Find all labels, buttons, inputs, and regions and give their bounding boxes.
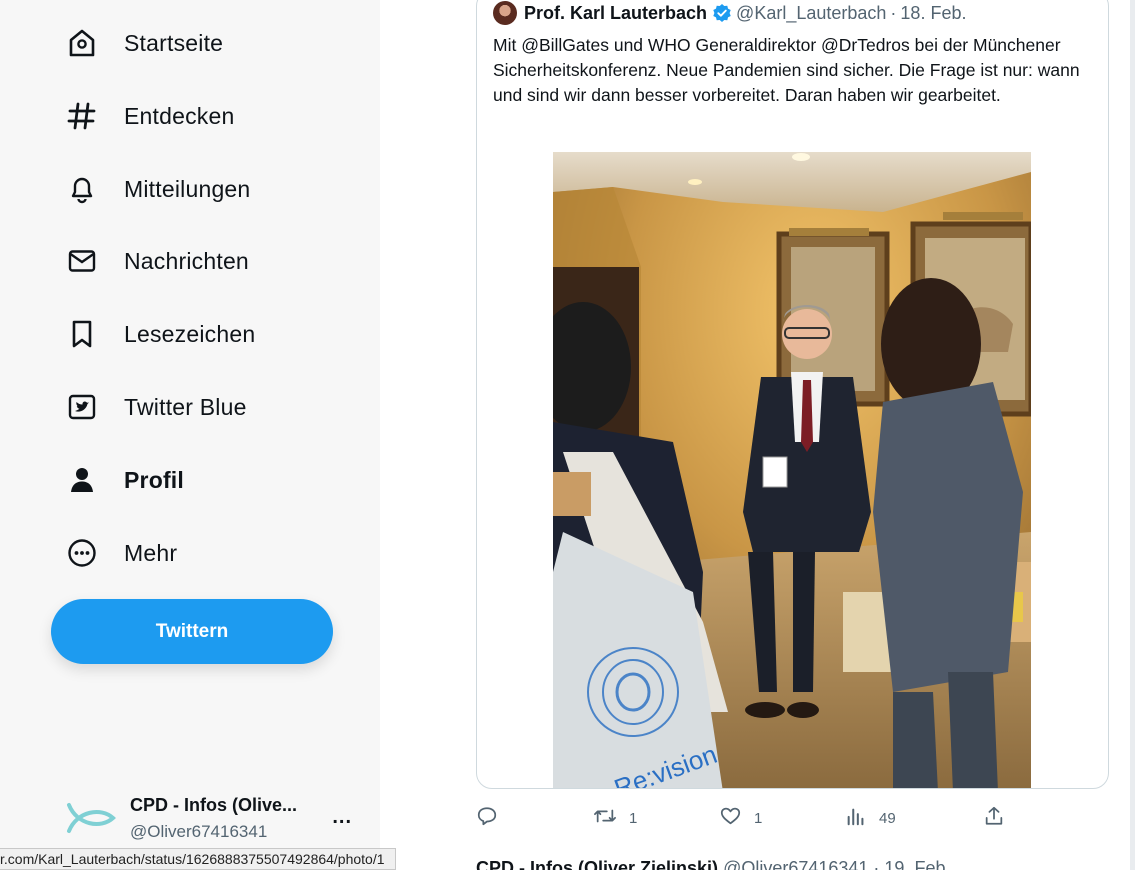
nav-item-twitter-blue[interactable]: Twitter Blue (64, 383, 247, 431)
nav-item-bookmarks[interactable]: Lesezeichen (64, 310, 255, 358)
browser-status-bar: r.com/Karl_Lauterbach/status/16268883755… (0, 848, 396, 870)
nav-label-more: Mehr (124, 539, 178, 566)
author-name[interactable]: Prof. Karl Lauterbach (524, 3, 707, 24)
share-icon (983, 805, 1005, 831)
timeline: Prof. Karl Lauterbach @Karl_Lauterbach ·… (380, 0, 1130, 870)
scrollbar-track[interactable] (1130, 0, 1135, 870)
twitter-blue-icon (64, 389, 100, 425)
tweet-photo[interactable]: Re:vision (553, 152, 1031, 788)
like-button[interactable]: 1 (719, 803, 762, 833)
photo-illustration: Re:vision (553, 152, 1031, 788)
nav-label-home: Startseite (124, 29, 224, 56)
nav-item-explore[interactable]: Entdecken (64, 92, 235, 140)
sidebar: Startseite Entdecken Mitteilungen Nachri… (0, 0, 380, 870)
nav-label-twitter-blue: Twitter Blue (124, 393, 247, 420)
nav-item-more[interactable]: Mehr (64, 529, 177, 577)
status-url: r.com/Karl_Lauterbach/status/16268883755… (0, 851, 385, 867)
meta-separator: · (890, 2, 897, 23)
person-icon (64, 462, 100, 498)
like-count: 1 (754, 809, 763, 827)
heart-icon (719, 805, 742, 831)
nav-item-home[interactable]: Startseite (64, 19, 223, 67)
nav-label-bookmarks: Lesezeichen (124, 320, 256, 347)
quoted-tweet[interactable]: Prof. Karl Lauterbach @Karl_Lauterbach ·… (476, 0, 1109, 789)
reply-button[interactable] (476, 803, 510, 833)
author-handle[interactable]: @Karl_Lauterbach (736, 3, 886, 24)
next-tweet-header[interactable]: CPD - Infos (Oliver Zielinski) @Oliver67… (476, 858, 950, 870)
fish-logo-avatar (62, 790, 120, 846)
account-more-icon[interactable]: ... (332, 806, 352, 829)
views-chart-icon (845, 805, 867, 831)
tweet-button[interactable]: Twittern (51, 599, 333, 664)
bell-icon (64, 171, 100, 207)
retweet-button[interactable]: 1 (593, 803, 637, 833)
nav-item-notifications[interactable]: Mitteilungen (64, 165, 250, 213)
nav-item-profile[interactable]: Profil (64, 456, 184, 504)
retweet-icon (593, 805, 617, 831)
next-tweet-name[interactable]: CPD - Infos (Oliver Zielinski) (476, 858, 718, 870)
hashtag-icon (64, 98, 100, 134)
account-name: CPD - Infos (Olive... (130, 794, 298, 815)
envelope-icon (64, 243, 100, 279)
views-button[interactable]: 49 (845, 803, 896, 833)
more-circle-icon (64, 535, 100, 571)
nav-label-notifications: Mitteilungen (124, 175, 251, 202)
tweet-date[interactable]: 18. Feb. (900, 3, 966, 24)
bookmark-icon (64, 316, 100, 352)
nav-label-messages: Nachrichten (124, 247, 249, 274)
reply-icon (476, 805, 498, 831)
share-button[interactable] (983, 803, 1017, 833)
author-avatar[interactable] (493, 1, 517, 25)
tweet-text: Mit @BillGates und WHO Generaldirektor @… (493, 35, 1080, 105)
nav-item-messages[interactable]: Nachrichten (64, 237, 249, 285)
home-icon (64, 25, 100, 61)
views-count: 49 (879, 809, 896, 827)
verified-badge-icon (712, 3, 732, 23)
retweet-count: 1 (629, 809, 638, 827)
account-handle: @Oliver67416341 (130, 821, 268, 841)
nav-label-profile: Profil (124, 466, 184, 493)
account-switcher[interactable]: CPD - Infos (Olive... @Oliver67416341 ..… (62, 790, 362, 846)
tweet-actions: 1 1 49 (476, 803, 1016, 833)
next-tweet-handle-date[interactable]: @Oliver67416341 · 19. Feb. (723, 858, 950, 870)
nav-label-explore: Entdecken (124, 102, 235, 129)
